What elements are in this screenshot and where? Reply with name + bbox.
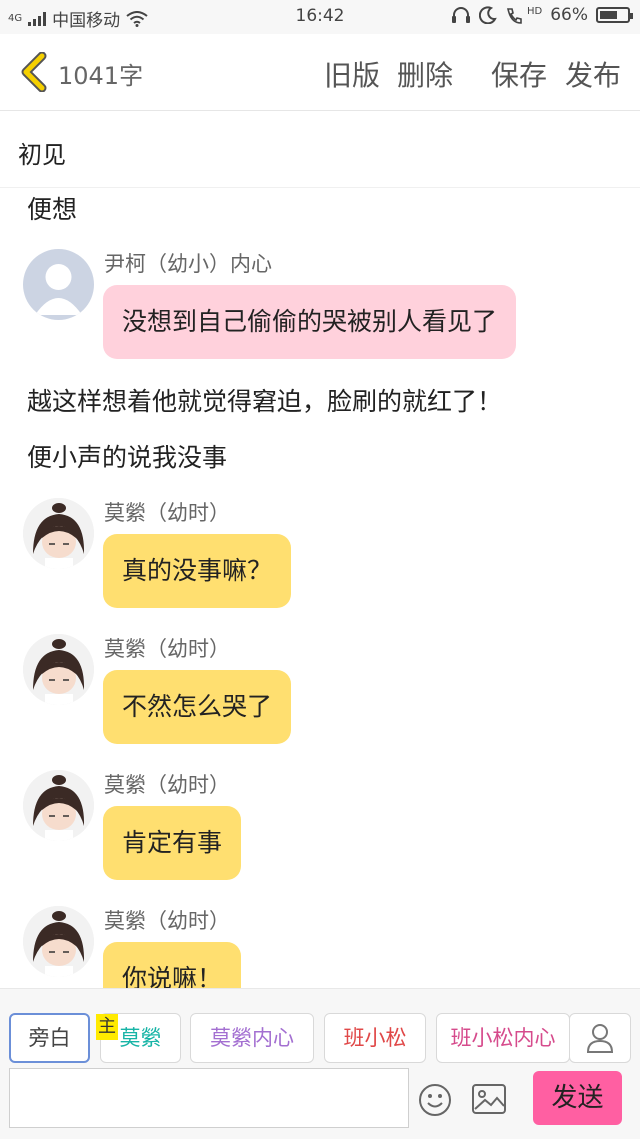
person-icon — [586, 1024, 614, 1053]
narration-line[interactable]: 越这样想着他就觉得窘迫，脸刷的就红了！ — [27, 382, 502, 418]
chapter-title: 初见 — [18, 141, 66, 169]
story-content[interactable]: 便想 尹柯（幼小）内心 没想到自己偷偷的哭被别人看见了 越这样想着他就觉得窘迫，… — [0, 188, 640, 988]
hd-call-icon — [506, 8, 522, 24]
avatar-girl[interactable] — [23, 906, 94, 977]
send-button[interactable]: 发送 — [533, 1071, 622, 1125]
chapter-title-row[interactable]: 初见 — [0, 111, 640, 188]
message-bubble[interactable]: 不然怎么哭了 — [103, 670, 292, 744]
role-mo-ying-inner[interactable]: 莫縈内心 — [190, 1013, 314, 1063]
girl-avatar-image — [23, 498, 94, 569]
message-bubble[interactable]: 肯定有事 — [103, 806, 242, 880]
speaker-name: 莫縈（幼时） — [104, 909, 230, 933]
narration-line[interactable]: 便想 — [27, 190, 77, 226]
avatar-girl[interactable] — [23, 498, 94, 569]
speaker-name: 莫縈（幼时） — [104, 773, 230, 797]
battery-icon — [596, 7, 633, 23]
hd-label: HD — [526, 5, 543, 17]
word-count: 1041字 — [58, 62, 144, 90]
status-bar: 4G 中国移动 16:42 HD 66% — [0, 0, 640, 34]
avatar-girl[interactable] — [23, 770, 94, 841]
girl-avatar-image — [23, 906, 94, 977]
publish-button[interactable]: 发布 — [565, 54, 621, 94]
character-manage-button[interactable] — [569, 1013, 631, 1063]
editor-header: 1041字 旧版 删除 保存 发布 — [0, 34, 640, 111]
avatar-girl[interactable] — [23, 634, 94, 705]
speaker-name: 莫縈（幼时） — [104, 501, 230, 525]
old-version-button[interactable]: 旧版 — [324, 54, 380, 94]
avatar-default[interactable] — [23, 249, 94, 320]
delete-button[interactable]: 删除 — [397, 54, 453, 94]
emoji-icon[interactable] — [418, 1083, 452, 1117]
compose-bar: 旁白 莫縈 莫縈内心 班小松 班小松内心 发送 — [0, 988, 640, 1139]
speaker-name: 莫縈（幼时） — [104, 637, 230, 661]
girl-avatar-image — [23, 770, 94, 841]
back-arrow-icon[interactable] — [18, 52, 50, 92]
message-bubble[interactable]: 真的没事嘛？ — [103, 534, 292, 608]
status-right: HD 66% — [451, 5, 633, 25]
battery-level — [600, 11, 618, 19]
message-input[interactable] — [9, 1068, 409, 1128]
role-ban-xiaosong[interactable]: 班小松 — [324, 1013, 426, 1063]
message-bubble[interactable]: 你说嘛！ — [103, 942, 242, 988]
role-narrator[interactable]: 旁白 — [9, 1013, 90, 1063]
save-button[interactable]: 保存 — [491, 54, 547, 94]
host-badge: 主 — [96, 1014, 118, 1040]
role-ban-xiaosong-inner[interactable]: 班小松内心 — [436, 1013, 570, 1063]
battery-percent: 66% — [550, 5, 588, 25]
girl-avatar-image — [23, 634, 94, 705]
message-bubble[interactable]: 没想到自己偷偷的哭被别人看见了 — [103, 285, 517, 359]
moon-icon — [478, 6, 497, 24]
speaker-name: 尹柯（幼小）内心 — [104, 252, 272, 276]
headset-icon — [451, 7, 470, 23]
default-person-icon — [35, 264, 82, 315]
narration-line[interactable]: 便小声的说我没事 — [27, 438, 227, 474]
image-icon[interactable] — [471, 1083, 507, 1115]
